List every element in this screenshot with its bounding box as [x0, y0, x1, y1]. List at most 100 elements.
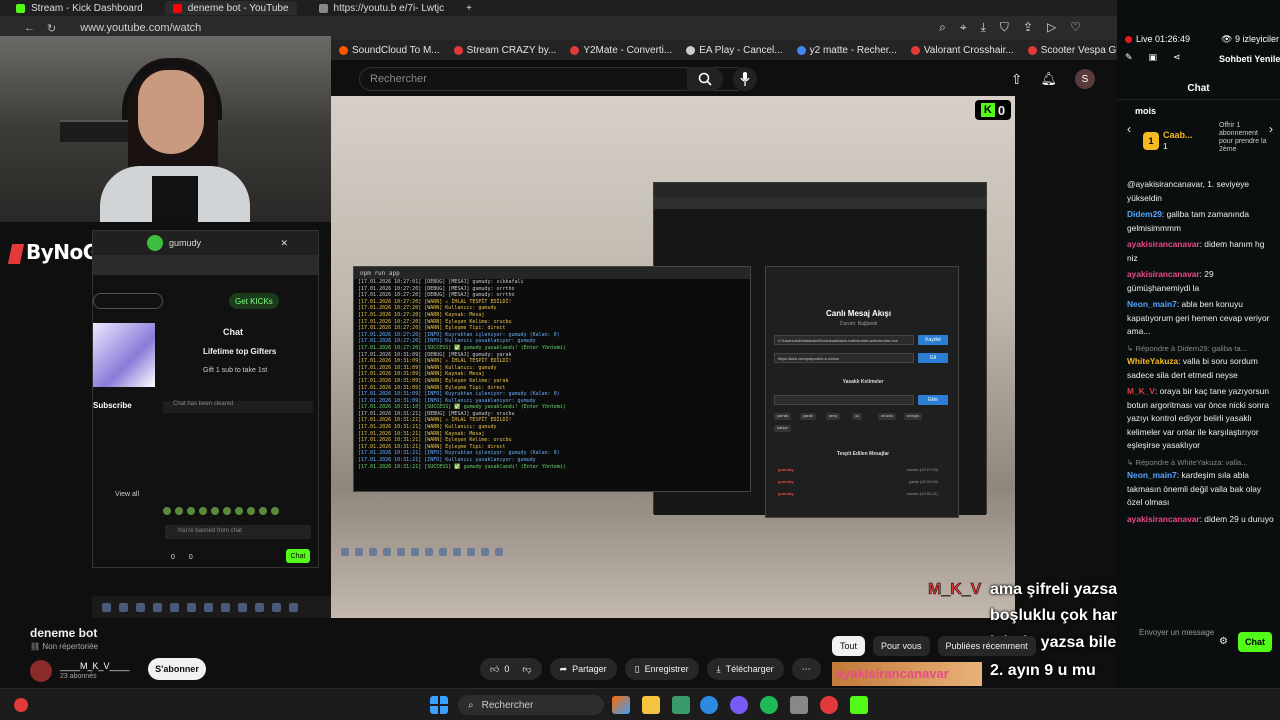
notification-badge-icon[interactable]: [14, 698, 28, 712]
heart-icon[interactable]: ♡: [1070, 20, 1081, 35]
save-icon[interactable]: ▣: [1149, 52, 1158, 63]
zoom-icon[interactable]: ⌕: [939, 20, 946, 35]
share-button[interactable]: ➦ Partager: [549, 658, 617, 680]
chat-username[interactable]: ayakisirancanavar: [1127, 239, 1200, 249]
gift-offer[interactable]: Offrir 1 abonnement pour prendre la 2ème: [1219, 122, 1269, 154]
banned-word-tag[interactable]: kahpe: [774, 425, 791, 432]
tab-kick-dashboard[interactable]: Stream - Kick Dashboard: [8, 1, 151, 15]
like-button[interactable]: 👍︎ 0 👎︎: [480, 658, 542, 680]
thumbs-down-icon[interactable]: 👎︎: [522, 664, 531, 675]
add-word-button[interactable]: Ekle: [918, 395, 948, 405]
banned-word-tag[interactable]: yarak: [800, 413, 816, 420]
back-icon[interactable]: ←: [24, 22, 35, 34]
filter-chip-recent[interactable]: Publiées récemment: [937, 636, 1036, 656]
discord-icon[interactable]: [730, 696, 748, 714]
account-avatar[interactable]: S: [1075, 69, 1095, 89]
emote-icon[interactable]: [235, 507, 243, 515]
voice-search-button[interactable]: [733, 67, 757, 91]
bookmark-item[interactable]: EA Play - Cancel...: [686, 45, 783, 56]
chat-username[interactable]: Didem29: [1127, 209, 1162, 219]
subscribe-link[interactable]: Subscribe: [93, 401, 132, 410]
reload-icon[interactable]: ↻: [47, 22, 56, 35]
banned-word-tag[interactable]: yarrak: [774, 413, 792, 420]
emote-icon[interactable]: [199, 507, 207, 515]
bookmark-item[interactable]: Y2Mate - Converti...: [570, 45, 672, 56]
bookmark-item[interactable]: Valorant Crosshair...: [910, 45, 1014, 56]
emote-icon[interactable]: [259, 507, 267, 515]
chevron-right-icon[interactable]: ›: [1269, 122, 1273, 136]
more-actions-button[interactable]: ⋯: [791, 658, 821, 680]
banned-word-tag[interactable]: oç: [852, 413, 863, 420]
banned-word-tag[interactable]: orospu: [904, 413, 923, 420]
close-icon[interactable]: ✕: [280, 238, 288, 249]
emote-icon[interactable]: [175, 507, 183, 515]
tab-youtu-be[interactable]: https://youtu.b e/7i- Lwtjc: [311, 1, 453, 15]
banned-word-tag[interactable]: amq: [826, 413, 840, 420]
download-icon[interactable]: ⤓: [981, 20, 986, 35]
save-path-button[interactable]: Kaydet: [918, 335, 948, 345]
save-button[interactable]: ▯ Enregistrer: [624, 658, 699, 680]
tab-youtube[interactable]: deneme bot - YouTube: [164, 1, 297, 15]
chat-input[interactable]: Envoyer un message: [1139, 628, 1214, 637]
file-explorer-icon[interactable]: [642, 696, 660, 714]
chat-username[interactable]: ayakisirancanavar: [1127, 269, 1200, 279]
search-button[interactable]: [687, 67, 723, 91]
kick-app-icon[interactable]: [850, 696, 868, 714]
go-button[interactable]: Git: [918, 353, 948, 363]
emote-icon[interactable]: [163, 507, 171, 515]
pin-icon[interactable]: ⌖: [960, 20, 967, 35]
upload-icon[interactable]: ⇧: [1011, 71, 1023, 88]
filter-chip-for-you[interactable]: Pour vous: [873, 636, 930, 656]
download-button[interactable]: ⤓ Télécharger: [706, 658, 784, 680]
spotify-icon[interactable]: [760, 696, 778, 714]
chat-username[interactable]: M_K_V: [1127, 386, 1155, 396]
chat-url-field[interactable]: https://kick.com/popout/m-k-v/chat: [774, 353, 914, 363]
youtube-search-input[interactable]: Rechercher: [359, 67, 739, 91]
chat-username[interactable]: Neon_main7: [1127, 470, 1177, 480]
bookmark-item[interactable]: SoundCloud To M...: [339, 45, 440, 56]
emote-icon[interactable]: [211, 507, 219, 515]
emote-icon[interactable]: [187, 507, 195, 515]
chevron-left-icon[interactable]: ‹: [1127, 122, 1131, 136]
taskbar-search[interactable]: ⌕ Rechercher: [458, 695, 604, 715]
edge-icon[interactable]: [700, 696, 718, 714]
store-icon[interactable]: [672, 696, 690, 714]
mini-search-input[interactable]: [93, 293, 163, 309]
banned-word-tag[interactable]: orucbu: [878, 413, 897, 420]
view-all-link[interactable]: View all: [115, 491, 139, 498]
refresh-chat-button[interactable]: Sohbeti Yenile: [1219, 54, 1280, 64]
play-icon[interactable]: ▷: [1047, 20, 1056, 35]
chat-username[interactable]: Neon_main7: [1127, 299, 1177, 309]
chat-username[interactable]: WhiteYakuza: [1127, 356, 1178, 366]
url-field[interactable]: www.youtube.com/watch: [80, 22, 201, 34]
channel-name[interactable]: ____M_K_V____: [60, 661, 130, 671]
mini-chat-send-button[interactable]: Chat: [286, 549, 310, 563]
copilot-icon[interactable]: [612, 696, 630, 714]
settings-icon[interactable]: [790, 696, 808, 714]
get-kicks-button[interactable]: Get KICKs: [229, 293, 279, 309]
send-chat-button[interactable]: Chat: [1238, 632, 1272, 652]
filter-chip-all[interactable]: Tout: [832, 636, 866, 656]
video-player[interactable]: npm run app [17.01.2026 10:27:01] [DEBUG…: [331, 96, 1015, 618]
windows-start-icon[interactable]: [430, 696, 448, 714]
page-scrollbar[interactable]: [1100, 60, 1110, 620]
settings-gear-icon[interactable]: ⚙: [1219, 636, 1228, 647]
chrome-path-field[interactable]: C:\Users\Administrator\Downloads\kick-bo…: [774, 335, 914, 345]
new-tab-icon[interactable]: +: [466, 3, 472, 14]
opera-icon[interactable]: [820, 696, 838, 714]
shield-icon[interactable]: ⛉: [1000, 20, 1009, 35]
chat-username[interactable]: ayakisirancanavar: [1127, 514, 1200, 524]
pencil-icon[interactable]: ✎: [1125, 52, 1133, 63]
mini-address-bar[interactable]: [93, 255, 318, 275]
bookmark-item[interactable]: Scooter Vespa GT...: [1027, 45, 1117, 56]
channel-avatar[interactable]: [30, 660, 52, 682]
notifications-bell-icon[interactable]: 🔔︎: [1040, 71, 1057, 87]
emote-icon[interactable]: [223, 507, 231, 515]
bookmark-item[interactable]: Stream CRAZY by...: [453, 45, 556, 56]
subscribe-button[interactable]: S'abonner: [148, 658, 206, 680]
emote-icon[interactable]: [271, 507, 279, 515]
recommended-thumbnail[interactable]: ayakisirancanavar: [832, 662, 982, 686]
banned-word-input[interactable]: [774, 395, 914, 405]
share-icon[interactable]: ⇪: [1023, 20, 1033, 35]
bookmark-item[interactable]: y2 matte - Recher...: [796, 45, 897, 56]
